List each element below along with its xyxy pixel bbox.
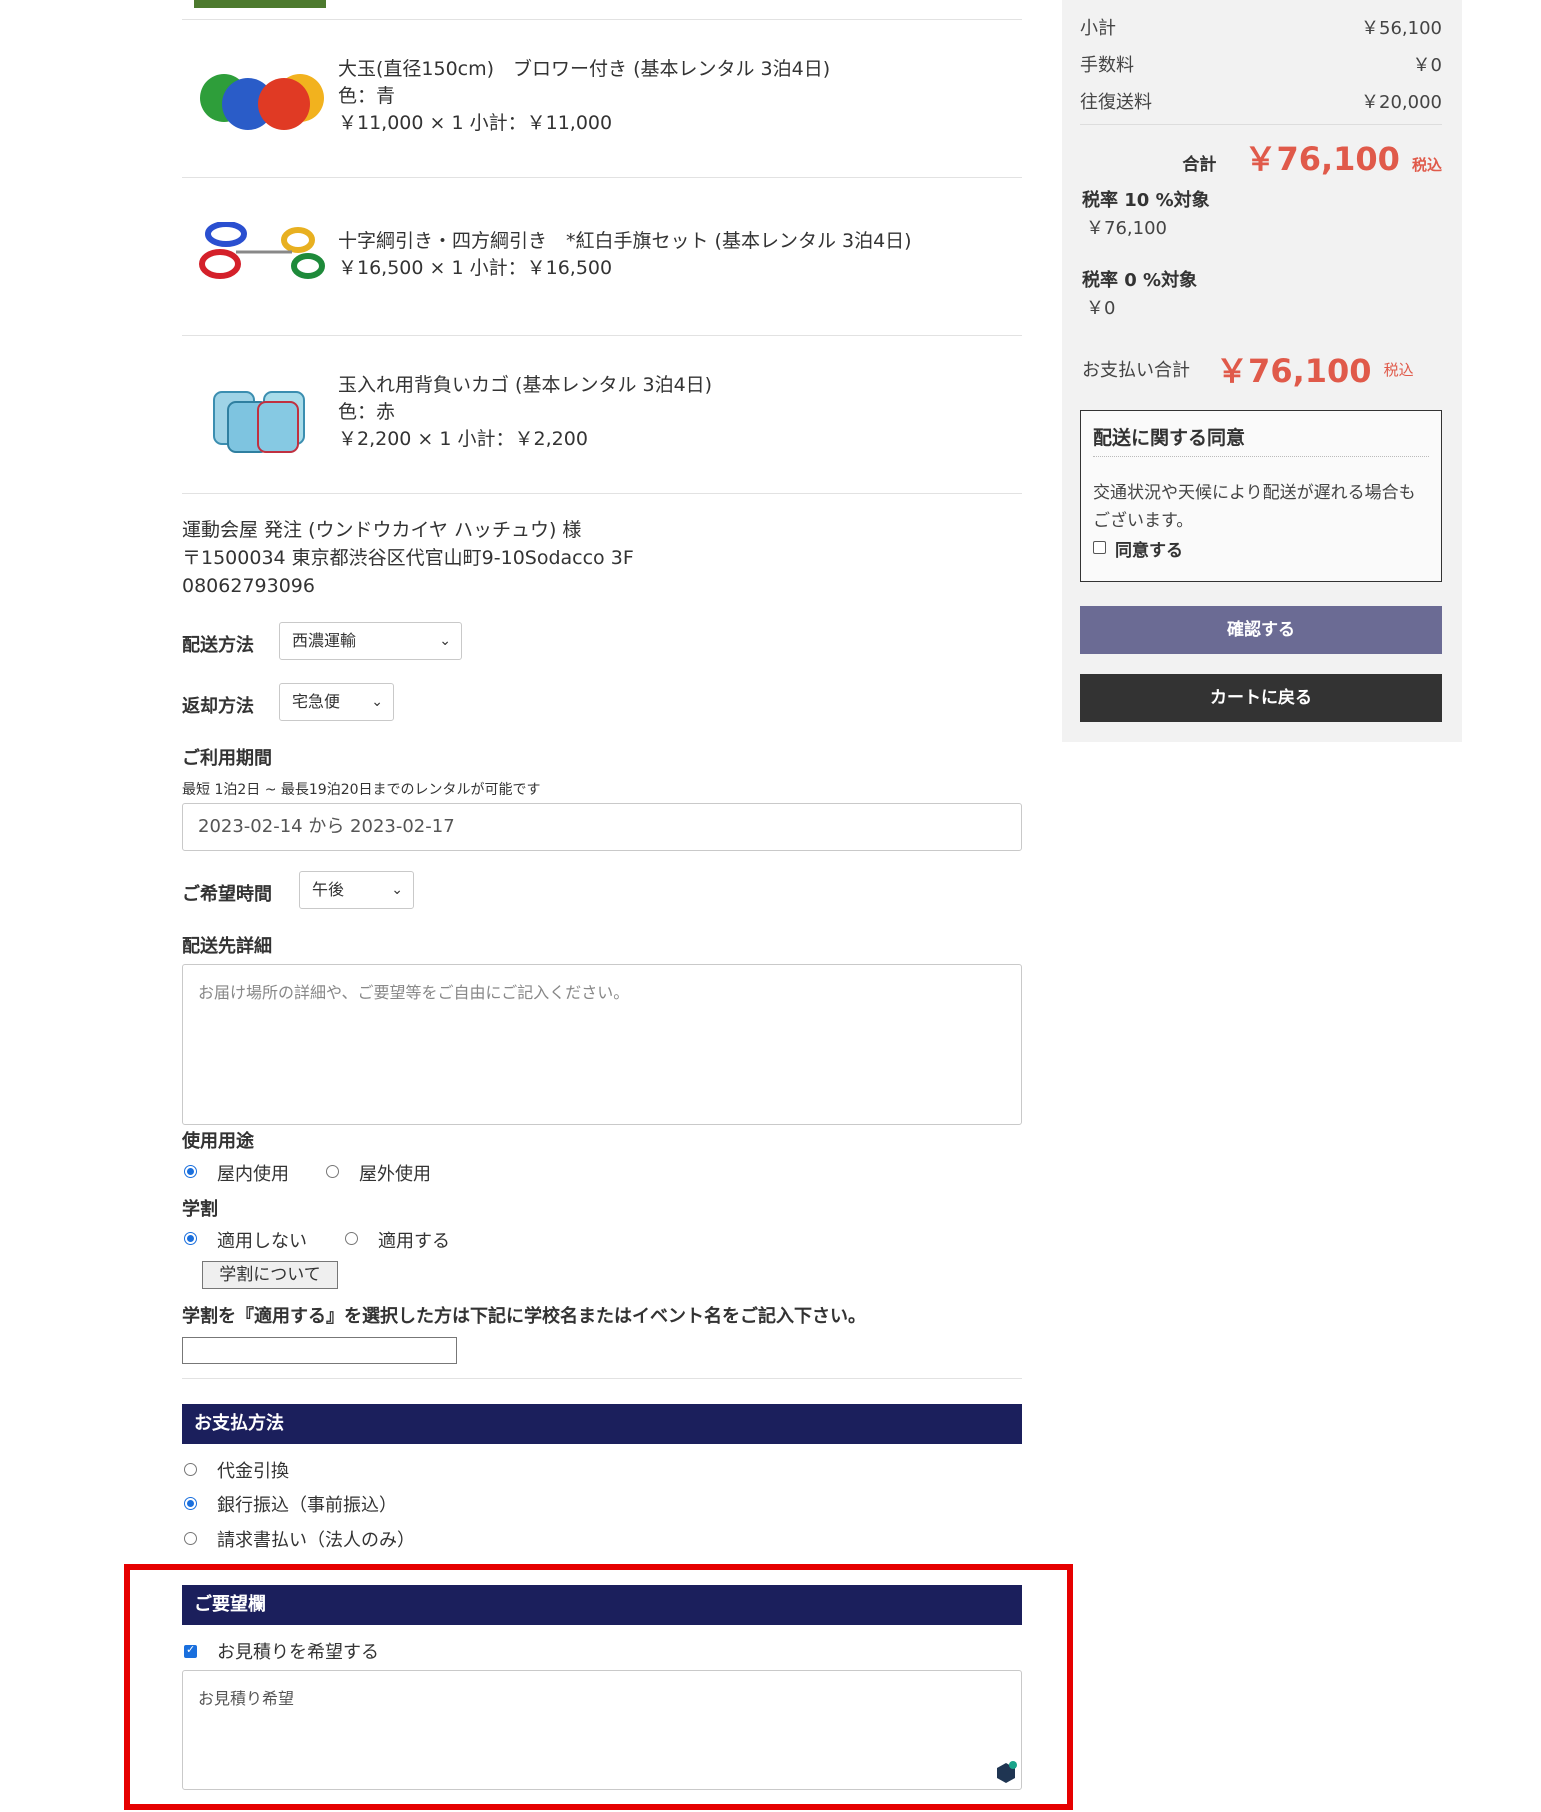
chevron-down-icon: ⌄ [371, 694, 383, 710]
item-color: 色：青 [338, 85, 396, 107]
shipping-fee-label: 往復送料 [1080, 92, 1152, 113]
return-method-label: 返却方法 [182, 696, 254, 717]
divider [182, 335, 1022, 336]
delivery-address: 運動会屋 発注 (ウンドウカイヤ ハッチュウ) 様 〒1500034 東京都渋谷… [182, 516, 634, 600]
summary-subtotal-row: 小計 ￥56,100 [1080, 14, 1442, 40]
shipping-method-label: 配送方法 [182, 635, 254, 656]
desired-time-label: ご希望時間 [182, 884, 272, 905]
address-phone: 08062793096 [182, 575, 315, 597]
item-name: 玉入れ用背負いカゴ (基本レンタル 3泊4日) [338, 374, 713, 396]
total-tax-incl: 税込 [1411, 156, 1442, 174]
total-label: 合計 [1182, 155, 1217, 175]
return-method-value: 宅急便 [292, 692, 341, 711]
item-price: ￥11,000 × 1 小計：￥11,000 [338, 112, 613, 134]
fee-value: ￥0 [1412, 55, 1442, 76]
delivery-detail-textarea[interactable]: お届け場所の詳細や、ご要望等をご自由にご記入ください。 [182, 964, 1022, 1125]
payment-cod-label[interactable]: 代金引換 [217, 1457, 289, 1483]
discount-apply-radio[interactable] [345, 1232, 358, 1245]
item-name: 十字綱引き・四方綱引き *紅白手旗セット (基本レンタル 3泊4日) [338, 230, 912, 252]
divider [182, 493, 1022, 494]
consent-text: 交通状況や天候により配送が遅れる場合もございます。 [1093, 483, 1416, 531]
payment-bank-radio[interactable] [184, 1497, 197, 1510]
payment-bank-label[interactable]: 銀行振込（事前振込） [217, 1491, 397, 1517]
shipping-consent-box: 配送に関する同意 交通状況や天候により配送が遅れる場合もございます。 同意する [1080, 410, 1442, 582]
delivery-detail-label: 配送先詳細 [182, 936, 272, 957]
tax10-value: ￥76,100 [1086, 218, 1167, 239]
return-method-select[interactable]: 宅急便 ⌄ [279, 683, 394, 721]
divider [182, 1378, 1022, 1379]
item-name: 大玉(直径150cm) ブロワー付き (基本レンタル 3泊4日) [338, 58, 831, 80]
payment-total-tax-incl: 税込 [1383, 360, 1414, 379]
payment-invoice-label[interactable]: 請求書払い（法人のみ） [217, 1526, 415, 1552]
item-price: ￥2,200 × 1 小計：￥2,200 [338, 428, 588, 450]
summary-fee-row: 手数料 ￥0 [1080, 51, 1442, 77]
product-image-ropes [199, 222, 325, 279]
highlight-frame [124, 1564, 1073, 1810]
cart-item-3: 玉入れ用背負いカゴ (基本レンタル 3泊4日) 色：赤 ￥2,200 × 1 小… [338, 372, 712, 453]
product-image-balls [200, 74, 324, 130]
product-image-baskets [213, 391, 305, 453]
product-thumbnail-partial [194, 0, 326, 8]
tax0-label: 税率 0 %対象 [1082, 270, 1198, 291]
usage-label: 使用用途 [182, 1131, 254, 1152]
discount-info-button[interactable]: 学割について [202, 1261, 338, 1289]
tax10-label: 税率 10 %対象 [1082, 190, 1210, 211]
shipping-fee-value: ￥20,000 [1361, 92, 1442, 113]
discount-none-radio[interactable] [184, 1232, 197, 1245]
subtotal-label: 小計 [1080, 18, 1116, 39]
chevron-down-icon: ⌄ [391, 882, 403, 898]
cart-item-2: 十字綱引き・四方綱引き *紅白手旗セット (基本レンタル 3泊4日) ￥16,5… [338, 228, 912, 282]
divider [182, 177, 1022, 178]
address-name: 運動会屋 発注 (ウンドウカイヤ ハッチュウ) 様 [182, 519, 582, 541]
period-label: ご利用期間 [182, 748, 272, 769]
shipping-method-select[interactable]: 西濃運輸 ⌄ [279, 622, 462, 660]
payment-total-row: お支払い合計 ￥76,100 税込 [1082, 346, 1414, 392]
address-line: 〒1500034 東京都渋谷区代官山町9-10Sodacco 3F [182, 547, 634, 569]
confirm-button[interactable]: 確認する [1080, 606, 1442, 654]
consent-agree-label[interactable]: 同意する [1115, 536, 1183, 561]
school-name-note: 学割を『適用する』を選択した方は下記に学校名またはイベント名をご記入下さい。 [182, 1306, 866, 1327]
cart-item-1: 大玉(直径150cm) ブロワー付き (基本レンタル 3泊4日) 色：青 ￥11… [338, 56, 830, 137]
fee-label: 手数料 [1080, 55, 1134, 76]
payment-total-value: ￥76,100 [1216, 352, 1372, 390]
divider [182, 19, 1022, 20]
usage-outdoor-radio[interactable] [326, 1165, 339, 1178]
item-color: 色：赤 [338, 401, 396, 423]
payment-total-label: お支払い合計 [1082, 360, 1190, 381]
discount-label: 学割 [182, 1199, 218, 1220]
divider [1080, 124, 1442, 125]
discount-none-label[interactable]: 適用しない [217, 1227, 307, 1253]
usage-indoor-label[interactable]: 屋内使用 [217, 1160, 289, 1186]
usage-outdoor-label[interactable]: 屋外使用 [359, 1160, 431, 1186]
payment-method-heading: お支払方法 [182, 1404, 1022, 1444]
consent-title: 配送に関する同意 [1093, 423, 1429, 457]
discount-apply-label[interactable]: 適用する [378, 1227, 450, 1253]
period-note: 最短 1泊2日 ~ 最長19泊20日までのレンタルが可能です [182, 782, 541, 798]
payment-cod-radio[interactable] [184, 1463, 197, 1476]
total-value: ￥76,100 [1244, 140, 1400, 178]
tax0-value: ￥0 [1086, 298, 1116, 319]
item-price: ￥16,500 × 1 小計：￥16,500 [338, 257, 613, 279]
period-input[interactable]: 2023-02-14 から 2023-02-17 [182, 803, 1022, 851]
shipping-method-value: 西濃運輸 [292, 631, 357, 650]
chevron-down-icon: ⌄ [439, 633, 451, 649]
back-to-cart-button[interactable]: カートに戻る [1080, 674, 1442, 722]
payment-invoice-radio[interactable] [184, 1532, 197, 1545]
consent-checkbox[interactable] [1093, 541, 1106, 554]
summary-total-row: 合計 ￥76,100 税込 [1080, 134, 1442, 180]
desired-time-value: 午後 [312, 880, 345, 899]
summary-shipping-row: 往復送料 ￥20,000 [1080, 88, 1442, 114]
school-name-input[interactable] [182, 1337, 457, 1364]
subtotal-value: ￥56,100 [1361, 18, 1442, 39]
desired-time-select[interactable]: 午後 ⌄ [299, 871, 414, 909]
usage-indoor-radio[interactable] [184, 1165, 197, 1178]
